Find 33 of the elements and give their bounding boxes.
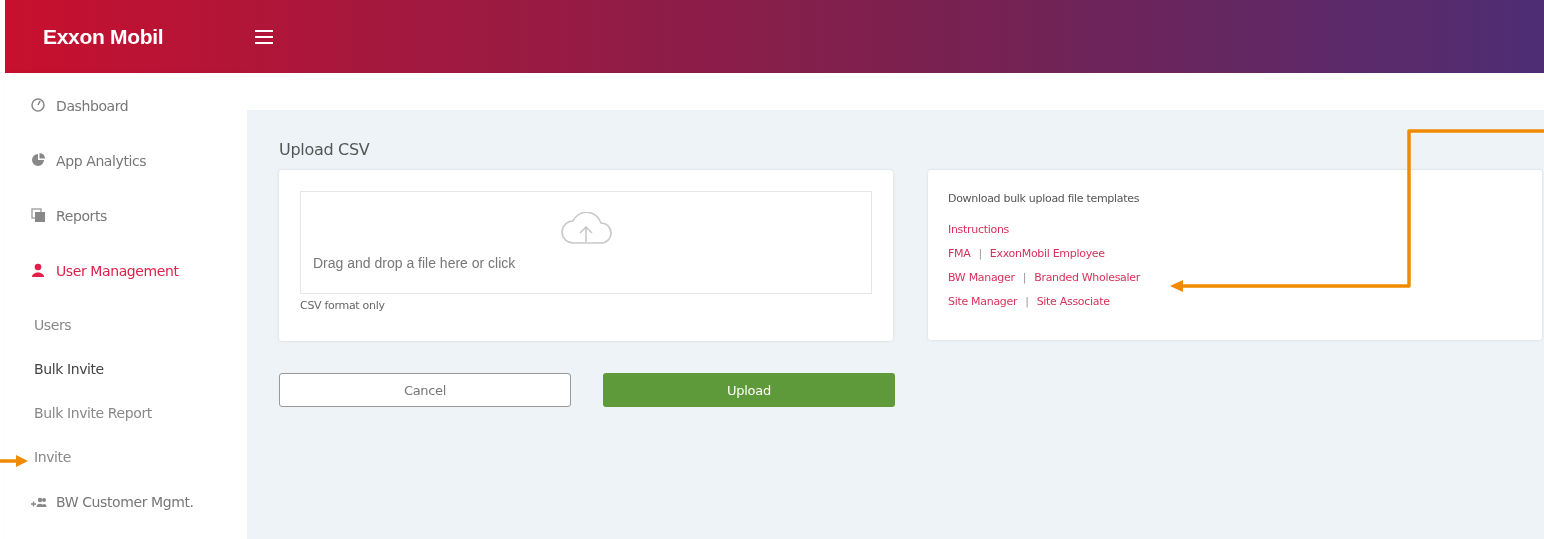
- user-icon: [31, 263, 47, 278]
- card-title: Download bulk upload file templates: [948, 192, 1141, 205]
- nav-subitem[interactable]: Users: [5, 318, 247, 362]
- template-link[interactable]: FMA: [948, 247, 971, 271]
- pie-chart-icon: [31, 153, 47, 168]
- nav-item[interactable]: App Analytics: [5, 133, 247, 188]
- nav-subitem[interactable]: Bulk Invite Report: [5, 406, 247, 450]
- nav-subitem[interactable]: Bulk Invite: [5, 362, 247, 406]
- cloud-upload-icon: [559, 212, 613, 246]
- separator: |: [1022, 271, 1027, 286]
- template-link[interactable]: ExxonMobil Employee: [989, 247, 1105, 271]
- format-hint: CSV format only: [300, 299, 386, 312]
- stacked-pages-icon: [31, 208, 47, 223]
- template-link[interactable]: BW Manager: [948, 271, 1015, 295]
- separator: |: [1025, 295, 1029, 310]
- section-title: Upload CSV: [279, 140, 371, 161]
- cancel-button[interactable]: Cancel: [279, 373, 571, 407]
- logo: Exxon Mobil: [43, 24, 165, 49]
- separator: |: [978, 247, 982, 262]
- annotation-arrow: [0, 455, 28, 467]
- menu-icon[interactable]: [255, 29, 273, 44]
- template-link[interactable]: Site Associate: [1036, 295, 1110, 319]
- gauge-icon: [31, 98, 47, 113]
- drop-zone[interactable]: Drag and drop a file here or click: [300, 191, 872, 294]
- upload-button[interactable]: Upload: [603, 373, 895, 407]
- nav-subitem[interactable]: Invite: [5, 450, 247, 494]
- template-link[interactable]: Site Manager: [948, 295, 1018, 319]
- template-link[interactable]: Instructions: [948, 223, 1009, 247]
- nav-item[interactable]: User Management: [5, 243, 247, 298]
- nav-item[interactable]: Dashboard: [5, 78, 247, 133]
- nav-item[interactable]: Reports: [5, 188, 247, 243]
- nav-item[interactable]: BW Customer Mgmt.: [5, 494, 247, 510]
- template-link[interactable]: Branded Wholesaler: [1034, 271, 1140, 295]
